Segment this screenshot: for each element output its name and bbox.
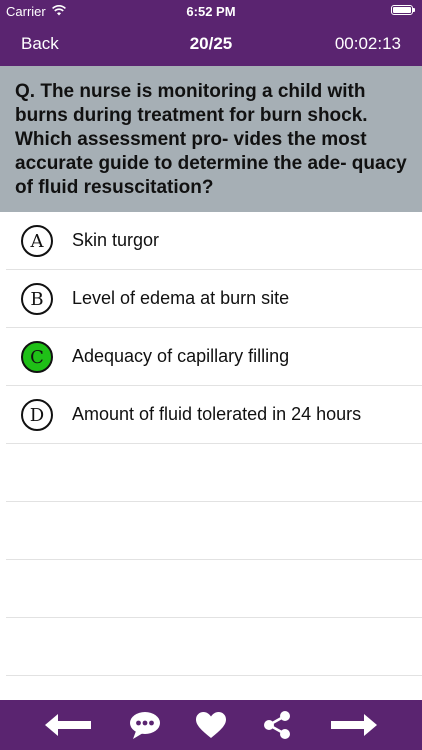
status-time: 6:52 PM [186,4,236,19]
option-d-badge: D [21,399,53,431]
option-a-text: Skin turgor [72,230,160,250]
quiz-timer: 00:02:13 [334,34,401,53]
next-button[interactable] [328,708,380,742]
battery-icon [391,5,415,15]
option-b-text: Level of edema at burn site [72,288,290,308]
previous-button[interactable] [42,708,94,742]
empty-row [6,502,422,560]
arrow-left-icon [45,714,91,736]
option-c-text: Adequacy of capillary filling [72,346,290,366]
share-icon [264,711,290,739]
status-bar: Carrier 6:52 PM [0,0,422,22]
comment-button[interactable] [127,708,163,742]
favorite-button[interactable] [193,708,229,742]
question-text: Q. The nurse is monitoring a child with … [15,81,407,198]
nav-bar: Back 20/25 00:02:13 [0,22,422,66]
share-button[interactable] [259,708,295,742]
arrow-right-icon [331,714,377,736]
options-list: A Skin turgor B Level of edema at burn s… [0,212,422,676]
option-b[interactable]: B Level of edema at burn site [6,270,422,328]
bottom-toolbar [0,700,422,750]
empty-row [6,618,422,676]
option-a-badge: A [21,225,53,257]
empty-row [6,560,422,618]
option-b-badge: B [21,283,53,315]
heart-icon [196,712,226,738]
question-panel: Q. The nurse is monitoring a child with … [0,66,422,212]
option-c-badge: C [21,341,53,373]
chat-bubble-icon [130,712,160,739]
option-a[interactable]: A Skin turgor [6,212,422,270]
top-bar: Carrier 6:52 PM Back 20/25 00:02:13 [0,0,422,66]
empty-row [6,444,422,502]
option-d-text: Amount of fluid tolerated in 24 hours [72,404,362,424]
option-d[interactable]: D Amount of fluid tolerated in 24 hours [6,386,422,444]
option-c[interactable]: C Adequacy of capillary filling [6,328,422,386]
